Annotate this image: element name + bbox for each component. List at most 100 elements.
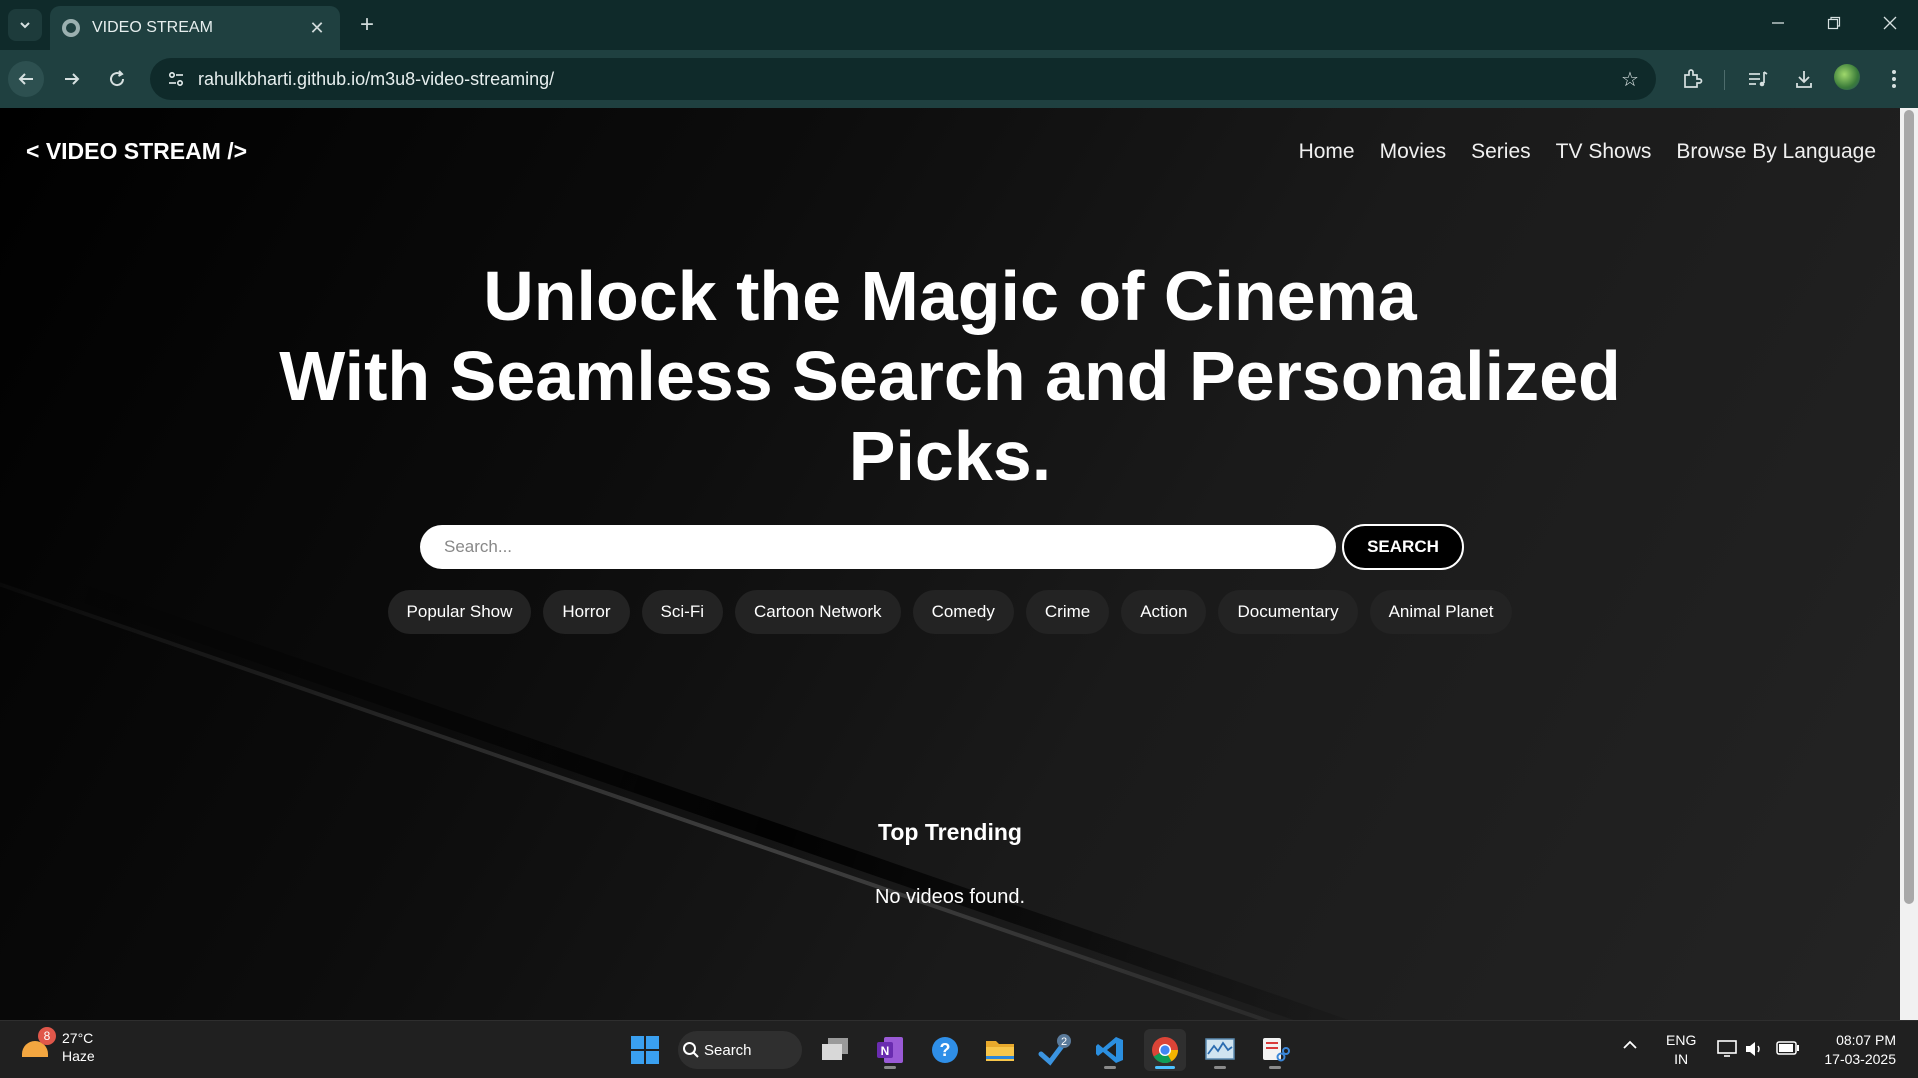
snipping-tool-icon — [1263, 1038, 1290, 1062]
svg-text:?: ? — [940, 1040, 951, 1060]
reload-icon — [110, 70, 125, 87]
steam-icon: 2 — [1038, 1034, 1071, 1066]
taskbar-search-label: Search — [704, 1041, 752, 1059]
taskbar-search[interactable]: Search — [678, 1031, 802, 1069]
nav-home[interactable]: Home — [1299, 140, 1355, 164]
media-controls-button[interactable] — [1742, 63, 1774, 95]
extensions-button[interactable] — [1676, 63, 1708, 95]
vscode-icon — [1096, 1037, 1123, 1063]
windows-taskbar: 8 27°C Haze Search N ? 2 ENG IN 08:07 PM… — [0, 1020, 1918, 1078]
plus-icon: + — [359, 11, 374, 38]
weather-badge: 8 — [38, 1027, 56, 1045]
network-icon — [1717, 1040, 1737, 1057]
tray-overflow-button[interactable] — [1622, 1037, 1638, 1056]
help-icon: ? — [932, 1037, 958, 1063]
language-indicator[interactable]: ENG IN — [1666, 1031, 1696, 1069]
main-nav: Home Movies Series TV Shows Browse By La… — [1274, 140, 1876, 164]
chip-animal-planet[interactable]: Animal Planet — [1369, 590, 1513, 634]
vscode-button[interactable] — [1089, 1029, 1131, 1071]
help-button[interactable]: ? — [924, 1029, 966, 1071]
windows-start-icon — [631, 1036, 659, 1064]
network-status[interactable] — [1716, 1039, 1738, 1062]
browser-tab[interactable]: VIDEO STREAM ✕ — [50, 6, 340, 50]
search-bar: SEARCH — [420, 524, 1464, 570]
svg-text:N: N — [881, 1044, 890, 1058]
hero-heading: Unlock the Magic of Cinema With Seamless… — [0, 256, 1900, 496]
site-logo[interactable]: < VIDEO STREAM /> — [26, 138, 247, 165]
chevron-up-icon — [1623, 1040, 1637, 1049]
taskbar-clock[interactable]: 08:07 PM 17-03-2025 — [1824, 1031, 1896, 1069]
empty-results-message: No videos found. — [874, 886, 1026, 908]
hero-line-2: With Seamless Search and Personalized — [279, 337, 1621, 415]
search-icon — [683, 1042, 699, 1058]
resource-monitor-button[interactable] — [1199, 1029, 1241, 1071]
media-icon — [1749, 71, 1768, 87]
chevron-down-icon — [20, 22, 30, 29]
chip-crime[interactable]: Crime — [1025, 590, 1110, 634]
steam-button[interactable]: 2 — [1034, 1029, 1076, 1071]
search-input[interactable] — [420, 525, 1336, 569]
window-close-button[interactable] — [1870, 8, 1910, 38]
clock-date: 17-03-2025 — [1824, 1051, 1896, 1067]
chip-documentary[interactable]: Documentary — [1218, 590, 1358, 634]
nav-series[interactable]: Series — [1471, 140, 1531, 164]
chip-popular-show[interactable]: Popular Show — [387, 590, 532, 634]
close-icon[interactable]: ✕ — [306, 17, 328, 39]
back-icon — [18, 73, 33, 85]
task-view-button[interactable] — [814, 1029, 856, 1071]
site-info-button[interactable] — [156, 58, 196, 100]
file-explorer-button[interactable] — [979, 1029, 1021, 1071]
haze-icon: 8 — [20, 1027, 56, 1063]
task-view-icon — [822, 1038, 848, 1060]
menu-icon — [1892, 70, 1896, 88]
weather-temp: 27°C — [62, 1030, 94, 1046]
star-icon[interactable]: ☆ — [1610, 67, 1650, 92]
battery-icon — [1776, 1041, 1799, 1055]
onenote-button[interactable]: N — [869, 1029, 911, 1071]
restore-button[interactable] — [1814, 8, 1854, 38]
weather-desc: Haze — [62, 1048, 95, 1064]
profile-avatar[interactable] — [1834, 64, 1860, 90]
chip-comedy[interactable]: Comedy — [912, 590, 1014, 634]
url-text: rahulkbharti.github.io/m3u8-video-stream… — [198, 68, 555, 89]
toolbar-divider — [1724, 70, 1725, 90]
browser-menu-button[interactable] — [1878, 63, 1910, 95]
web-page: < VIDEO STREAM /> Home Movies Series TV … — [0, 108, 1900, 1020]
snipping-tool-button[interactable] — [1254, 1029, 1296, 1071]
chip-action[interactable]: Action — [1121, 590, 1207, 634]
minimize-button[interactable] — [1758, 8, 1798, 38]
minimize-icon — [1772, 22, 1784, 24]
tab-search-button[interactable] — [8, 9, 42, 41]
nav-movies[interactable]: Movies — [1380, 140, 1447, 164]
forward-button[interactable] — [54, 61, 90, 97]
download-icon — [1796, 71, 1812, 88]
search-button[interactable]: SEARCH — [1342, 524, 1464, 570]
category-chips: Popular Show Horror Sci-Fi Cartoon Netwo… — [0, 590, 1900, 634]
close-icon — [1883, 16, 1897, 30]
globe-icon — [62, 19, 80, 37]
weather-widget[interactable]: 8 27°C Haze — [20, 1027, 95, 1065]
scrollbar-thumb[interactable] — [1904, 110, 1914, 904]
download-button[interactable] — [1788, 63, 1820, 95]
page-scrollbar[interactable] — [1900, 108, 1918, 1020]
address-bar[interactable]: rahulkbharti.github.io/m3u8-video-stream… — [150, 58, 1656, 100]
volume-icon — [1746, 1042, 1760, 1056]
chrome-icon — [1152, 1037, 1179, 1064]
back-button[interactable] — [8, 61, 44, 97]
nav-tv-shows[interactable]: TV Shows — [1556, 140, 1652, 164]
battery-status[interactable] — [1776, 1041, 1800, 1058]
language-code: ENG — [1666, 1032, 1697, 1048]
language-region: IN — [1674, 1051, 1689, 1067]
resource-monitor-icon — [1205, 1038, 1235, 1060]
volume-control[interactable] — [1744, 1039, 1764, 1062]
chip-sci-fi[interactable]: Sci-Fi — [641, 590, 723, 634]
browser-tabbar: VIDEO STREAM ✕ + — [0, 0, 1918, 50]
hero-line-1: Unlock the Magic of Cinema — [483, 257, 1417, 335]
new-tab-button[interactable]: + — [352, 10, 382, 40]
chrome-button[interactable] — [1144, 1029, 1186, 1071]
chip-cartoon-network[interactable]: Cartoon Network — [735, 590, 901, 634]
reload-button[interactable] — [99, 61, 135, 97]
start-button[interactable] — [624, 1029, 666, 1071]
nav-browse-by-language[interactable]: Browse By Language — [1676, 140, 1876, 164]
chip-horror[interactable]: Horror — [543, 590, 630, 634]
